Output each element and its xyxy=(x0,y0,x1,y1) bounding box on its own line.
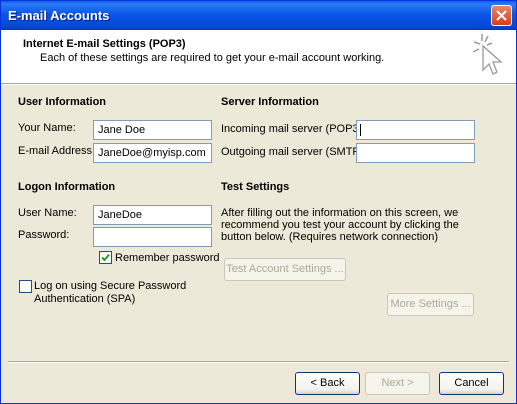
your-name-input[interactable]: Jane Doe xyxy=(93,120,212,140)
email-address-label: E-mail Address: xyxy=(18,145,96,157)
back-button[interactable]: < Back xyxy=(295,372,360,395)
outgoing-server-label: Outgoing mail server (SMTP): xyxy=(221,146,367,158)
outgoing-server-input[interactable] xyxy=(356,143,475,163)
spa-label-line1[interactable]: Log on using Secure Password xyxy=(34,280,186,292)
incoming-server-input[interactable] xyxy=(356,120,475,140)
test-account-settings-button[interactable]: Test Account Settings ... xyxy=(224,258,346,281)
your-name-label: Your Name: xyxy=(18,122,76,134)
remember-password-label[interactable]: Remember password xyxy=(115,252,220,264)
pointer-sparkle-icon xyxy=(472,34,503,75)
email-address-input[interactable]: JaneDoe@myisp.com xyxy=(93,143,212,163)
user-information-heading: User Information xyxy=(18,96,107,108)
footer-divider xyxy=(8,361,509,363)
more-settings-button[interactable]: More Settings ... xyxy=(387,293,474,316)
user-name-label: User Name: xyxy=(18,207,77,219)
window-title: E-mail Accounts xyxy=(8,8,110,23)
spa-label-line2[interactable]: Authentication (SPA) xyxy=(34,293,135,305)
logon-information-heading: Logon Information xyxy=(18,181,116,193)
test-settings-text-line2: recommend you test your account by click… xyxy=(221,219,459,231)
title-bar[interactable]: E-mail Accounts xyxy=(1,1,516,30)
checkmark-icon xyxy=(101,253,110,262)
close-button[interactable] xyxy=(491,5,512,26)
test-settings-text-line3: button below. (Requires network connecti… xyxy=(221,231,439,243)
server-information-heading: Server Information xyxy=(221,96,319,108)
header-subtitle: Each of these settings are required to g… xyxy=(40,52,385,64)
text-caret xyxy=(360,124,361,136)
test-settings-heading: Test Settings xyxy=(221,181,290,193)
next-button[interactable]: Next > xyxy=(365,372,430,395)
remember-password-checkbox[interactable] xyxy=(99,251,112,264)
spa-checkbox[interactable] xyxy=(19,280,32,293)
password-input[interactable] xyxy=(93,227,212,247)
cancel-button[interactable]: Cancel xyxy=(439,372,504,395)
password-label: Password: xyxy=(18,229,70,241)
header-title: Internet E-mail Settings (POP3) xyxy=(23,38,186,50)
user-name-input[interactable]: JaneDoe xyxy=(93,205,212,225)
email-accounts-dialog: E-mail Accounts Internet E-mail Settings… xyxy=(0,0,517,404)
close-icon xyxy=(496,10,507,21)
header-divider xyxy=(1,84,516,85)
incoming-server-label: Incoming mail server (POP3): xyxy=(221,123,366,135)
test-settings-text-line1: After filling out the information on thi… xyxy=(221,207,459,219)
